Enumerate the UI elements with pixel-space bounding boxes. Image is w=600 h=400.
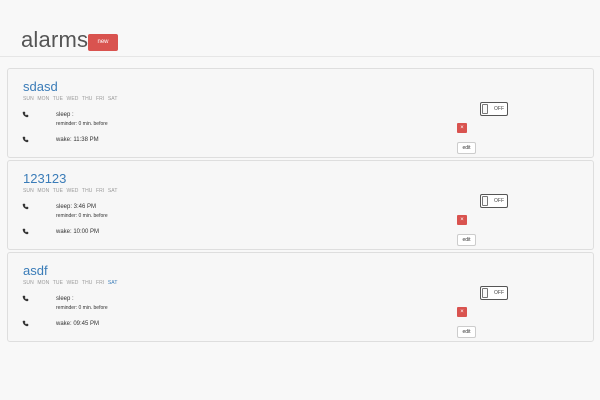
wake-time: wake: 09:45 PM bbox=[56, 321, 100, 327]
alarm-card: 123123 SUN MON TUE WED THU FRI SAT sleep… bbox=[7, 160, 594, 250]
phone-icon bbox=[22, 228, 29, 235]
day-mon[interactable]: MON bbox=[37, 280, 49, 286]
delete-button[interactable]: × bbox=[457, 215, 467, 225]
wake-time: wake: 11:38 PM bbox=[56, 137, 99, 143]
alarm-name[interactable]: asdf bbox=[23, 263, 48, 278]
new-alarm-button[interactable]: new bbox=[88, 34, 118, 51]
day-wed[interactable]: WED bbox=[67, 188, 79, 194]
toggle-label: OFF bbox=[494, 106, 504, 112]
day-wed[interactable]: WED bbox=[67, 96, 79, 102]
phone-icon bbox=[22, 111, 29, 118]
toggle-knob bbox=[482, 288, 488, 298]
sleep-time: sleep: 3:46 PM bbox=[56, 204, 97, 210]
weekday-list: SUN MON TUE WED THU FRI SAT bbox=[23, 280, 120, 286]
reminder-text: reminder: 0 min. before bbox=[56, 305, 108, 311]
toggle-knob bbox=[482, 196, 488, 206]
day-tue[interactable]: TUE bbox=[53, 188, 63, 194]
day-mon[interactable]: MON bbox=[37, 96, 49, 102]
alarm-card: asdf SUN MON TUE WED THU FRI SAT sleep :… bbox=[7, 252, 594, 342]
sleep-time: sleep : bbox=[56, 296, 74, 302]
edit-button[interactable]: edit bbox=[457, 326, 476, 338]
day-fri[interactable]: FRI bbox=[96, 96, 104, 102]
reminder-text: reminder: 0 min. before bbox=[56, 213, 108, 219]
toggle-label: OFF bbox=[494, 198, 504, 204]
day-sat[interactable]: SAT bbox=[108, 280, 118, 286]
page-header: alarms new bbox=[0, 0, 600, 57]
delete-button[interactable]: × bbox=[457, 123, 467, 133]
alarm-toggle[interactable]: OFF bbox=[480, 286, 508, 300]
alarm-card: sdasd SUN MON TUE WED THU FRI SAT sleep … bbox=[7, 68, 594, 158]
toggle-knob bbox=[482, 104, 488, 114]
day-sun[interactable]: SUN bbox=[23, 280, 34, 286]
edit-button[interactable]: edit bbox=[457, 234, 476, 246]
sleep-time: sleep : bbox=[56, 112, 74, 118]
wake-time: wake: 10:00 PM bbox=[56, 229, 100, 235]
day-sat[interactable]: SAT bbox=[108, 96, 118, 102]
reminder-text: reminder: 0 min. before bbox=[56, 121, 108, 127]
day-sun[interactable]: SUN bbox=[23, 188, 34, 194]
phone-icon bbox=[22, 136, 29, 143]
day-wed[interactable]: WED bbox=[67, 280, 79, 286]
day-thu[interactable]: THU bbox=[82, 96, 93, 102]
day-thu[interactable]: THU bbox=[82, 188, 93, 194]
phone-icon bbox=[22, 295, 29, 302]
day-tue[interactable]: TUE bbox=[53, 96, 63, 102]
toggle-label: OFF bbox=[494, 290, 504, 296]
alarm-name[interactable]: sdasd bbox=[23, 79, 58, 94]
weekday-list: SUN MON TUE WED THU FRI SAT bbox=[23, 96, 120, 102]
day-tue[interactable]: TUE bbox=[53, 280, 63, 286]
day-sat[interactable]: SAT bbox=[108, 188, 118, 194]
weekday-list: SUN MON TUE WED THU FRI SAT bbox=[23, 188, 120, 194]
phone-icon bbox=[22, 320, 29, 327]
edit-button[interactable]: edit bbox=[457, 142, 476, 154]
day-fri[interactable]: FRI bbox=[96, 280, 104, 286]
day-mon[interactable]: MON bbox=[37, 188, 49, 194]
alarm-name[interactable]: 123123 bbox=[23, 171, 66, 186]
day-sun[interactable]: SUN bbox=[23, 96, 34, 102]
delete-button[interactable]: × bbox=[457, 307, 467, 317]
day-fri[interactable]: FRI bbox=[96, 188, 104, 194]
phone-icon bbox=[22, 203, 29, 210]
page-title: alarms bbox=[21, 27, 89, 52]
day-thu[interactable]: THU bbox=[82, 280, 93, 286]
alarm-toggle[interactable]: OFF bbox=[480, 102, 508, 116]
alarm-toggle[interactable]: OFF bbox=[480, 194, 508, 208]
